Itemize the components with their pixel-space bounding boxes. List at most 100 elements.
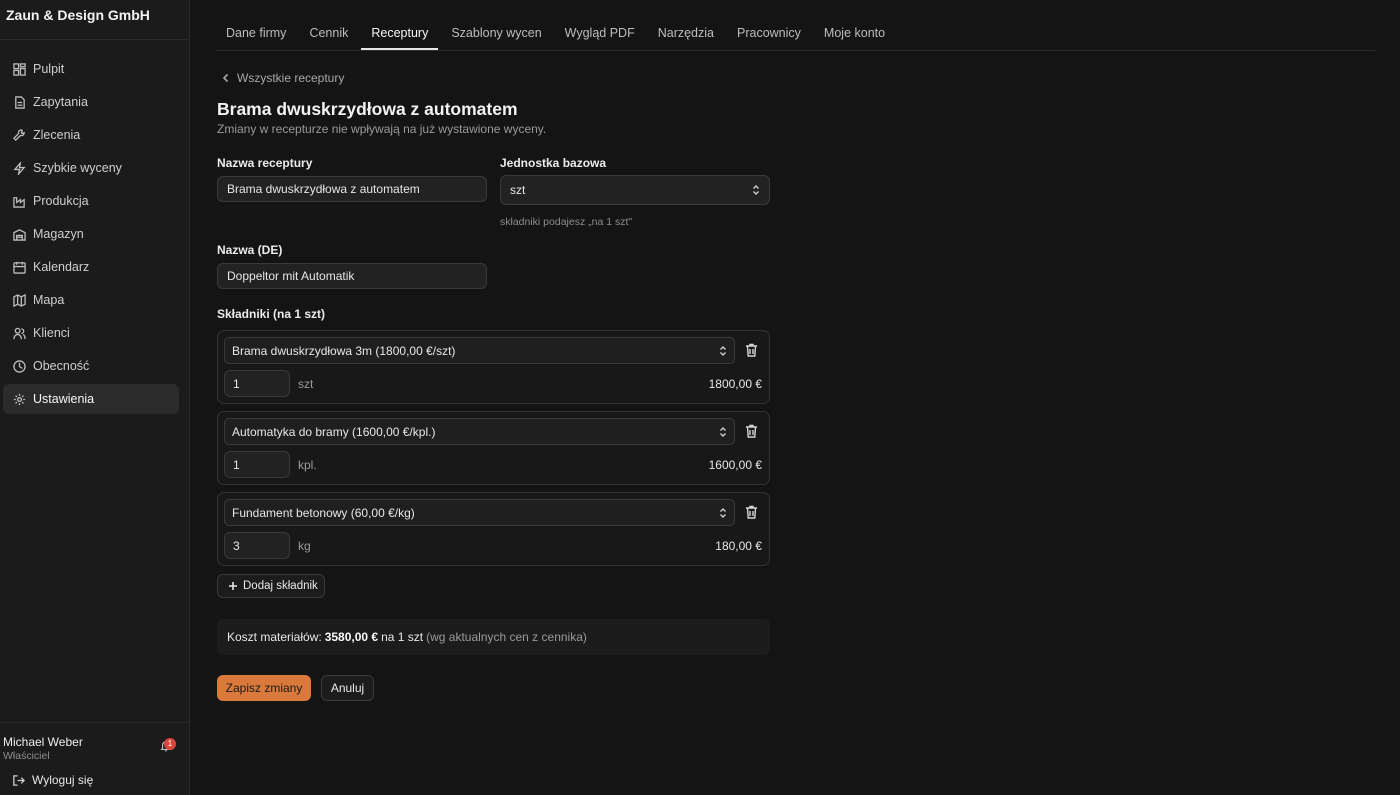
sidebar-item-label: Klienci xyxy=(33,326,70,340)
base-unit-select[interactable]: szt xyxy=(500,175,770,205)
chevron-left-icon xyxy=(222,73,229,83)
gear-icon xyxy=(13,393,26,406)
trash-icon[interactable] xyxy=(745,505,758,519)
cancel-button[interactable]: Anuluj xyxy=(321,675,374,701)
page-title: Brama dwuskrzydłowa z automatem xyxy=(217,99,518,119)
summary-note: (wg aktualnych cen z cennika) xyxy=(426,630,587,644)
recipe-name-label: Nazwa receptury xyxy=(217,156,313,170)
sidebar-item-label: Magazyn xyxy=(33,227,84,241)
ingredient-product: Automatyka do bramy (1600,00 €/kpl.) xyxy=(232,424,436,439)
trash-icon[interactable] xyxy=(745,424,758,438)
clock-icon xyxy=(13,359,26,373)
sidebar-item-magazyn[interactable]: Magazyn xyxy=(3,219,179,249)
back-link[interactable]: Wszystkie receptury xyxy=(221,71,344,85)
main-content: Dane firmy Cennik Receptury Szablony wyc… xyxy=(191,0,1400,795)
tab-szablony-wycen[interactable]: Szablony wycen xyxy=(441,18,551,50)
trash-icon[interactable] xyxy=(745,343,758,357)
sidebar-item-zlecenia[interactable]: Zlecenia xyxy=(3,120,179,150)
ingredient-unit: kg xyxy=(298,539,311,553)
sidebar-item-produkcja[interactable]: Produkcja xyxy=(3,186,179,216)
wrench-icon xyxy=(13,128,26,142)
user-panel: Michael Weber Właściciel 1 Wyloguj się xyxy=(0,722,189,795)
base-unit-hint: składniki podajesz „na 1 szt" xyxy=(500,216,633,228)
chevron-updown-icon xyxy=(719,345,727,357)
summary-amount: 3580,00 € xyxy=(324,630,379,644)
logout-icon xyxy=(13,774,25,786)
plus-icon xyxy=(229,582,237,590)
ingredient-quantity-input[interactable]: 1 xyxy=(224,451,290,478)
tab-cennik[interactable]: Cennik xyxy=(299,18,358,50)
sidebar-item-label: Obecność xyxy=(33,359,90,373)
sidebar-item-label: Pulpit xyxy=(33,62,65,76)
sidebar-item-label: Ustawienia xyxy=(33,392,95,406)
sidebar-item-szybkie-wyceny[interactable]: Szybkie wyceny xyxy=(3,153,179,183)
sidebar-item-klienci[interactable]: Klienci xyxy=(3,318,179,348)
ingredient-unit: kpl. xyxy=(298,458,317,472)
base-unit-label: Jednostka bazowa xyxy=(500,156,607,170)
material-cost-summary: Koszt materiałów: 3580,00 € na 1 szt (wg… xyxy=(217,619,770,655)
ingredient-product-select[interactable]: Fundament betonowy (60,00 €/kg) xyxy=(224,499,735,526)
summary-per: na 1 szt xyxy=(381,630,424,644)
page-subtitle: Zmiany w recepturze nie wpływają na już … xyxy=(217,122,547,136)
sidebar-item-mapa[interactable]: Mapa xyxy=(3,285,179,315)
base-unit-value: szt xyxy=(510,183,526,197)
summary-prefix: Koszt materiałów: xyxy=(227,630,322,644)
document-icon xyxy=(13,95,26,109)
brand-name: Zaun & Design GmbH xyxy=(0,0,189,40)
back-link-label: Wszystkie receptury xyxy=(237,71,345,85)
logout-label: Wyloguj się xyxy=(32,773,94,787)
ingredient-row: Brama dwuskrzydłowa 3m (1800,00 €/szt) 1… xyxy=(217,330,770,404)
ingredient-product-select[interactable]: Automatyka do bramy (1600,00 €/kpl.) xyxy=(224,418,735,445)
add-ingredient-label: Dodaj składnik xyxy=(243,580,318,592)
ingredient-unit: szt xyxy=(298,377,314,391)
recipe-name-input[interactable]: Brama dwuskrzydłowa z automatem xyxy=(217,176,487,202)
settings-tabs: Dane firmy Cennik Receptury Szablony wyc… xyxy=(216,18,1375,51)
sidebar-item-label: Produkcja xyxy=(33,194,89,208)
users-icon xyxy=(13,327,26,340)
sidebar-item-label: Szybkie wyceny xyxy=(33,161,122,175)
ingredient-quantity-input[interactable]: 3 xyxy=(224,532,290,559)
logout-button[interactable]: Wyloguj się xyxy=(12,773,93,787)
factory-icon xyxy=(13,195,26,208)
tab-wyglad-pdf[interactable]: Wygląd PDF xyxy=(555,18,645,50)
sidebar-item-ustawienia[interactable]: Ustawienia xyxy=(3,384,179,414)
tab-dane-firmy[interactable]: Dane firmy xyxy=(216,18,296,50)
sidebar-item-label: Mapa xyxy=(33,293,65,307)
ingredient-row: Fundament betonowy (60,00 €/kg) 3 kg 180… xyxy=(217,492,770,566)
ingredients-label: Składniki (na 1 szt) xyxy=(217,307,326,321)
map-icon xyxy=(13,293,26,307)
sidebar-item-kalendarz[interactable]: Kalendarz xyxy=(3,252,179,282)
save-button[interactable]: Zapisz zmiany xyxy=(217,675,311,701)
ingredient-product-select[interactable]: Brama dwuskrzydłowa 3m (1800,00 €/szt) xyxy=(224,337,735,364)
ingredient-total: 1800,00 € xyxy=(708,377,762,391)
ingredient-total: 180,00 € xyxy=(715,539,762,553)
notification-badge: 1 xyxy=(164,738,176,750)
dashboard-icon xyxy=(13,62,26,76)
tab-pracownicy[interactable]: Pracownicy xyxy=(727,18,811,50)
user-role: Właściciel xyxy=(3,750,50,762)
chevron-updown-icon xyxy=(719,426,727,438)
tab-narzedzia[interactable]: Narzędzia xyxy=(648,18,724,50)
lightning-icon xyxy=(13,161,26,175)
sidebar-nav: Pulpit Zapytania Zlecenia Szybkie wyceny… xyxy=(0,40,189,414)
ingredient-row: Automatyka do bramy (1600,00 €/kpl.) 1 k… xyxy=(217,411,770,485)
calendar-icon xyxy=(13,261,26,274)
sidebar-item-pulpit[interactable]: Pulpit xyxy=(3,54,179,84)
sidebar-item-label: Zlecenia xyxy=(33,128,81,142)
recipe-name-de-input[interactable]: Doppeltor mit Automatik xyxy=(217,263,487,289)
sidebar-item-label: Kalendarz xyxy=(33,260,90,274)
ingredient-product: Brama dwuskrzydłowa 3m (1800,00 €/szt) xyxy=(232,343,456,358)
warehouse-icon xyxy=(13,228,26,241)
recipe-name-de-label: Nazwa (DE) xyxy=(217,243,283,257)
tab-moje-konto[interactable]: Moje konto xyxy=(814,18,895,50)
user-name: Michael Weber xyxy=(3,735,83,749)
sidebar: Zaun & Design GmbH Pulpit Zapytania Zlec… xyxy=(0,0,190,795)
ingredient-total: 1600,00 € xyxy=(708,458,762,472)
add-ingredient-button[interactable]: Dodaj składnik xyxy=(217,574,325,598)
sidebar-item-zapytania[interactable]: Zapytania xyxy=(3,87,179,117)
chevron-updown-icon xyxy=(719,507,727,519)
tab-receptury[interactable]: Receptury xyxy=(361,18,439,50)
sidebar-item-obecnosc[interactable]: Obecność xyxy=(3,351,179,381)
sidebar-item-label: Zapytania xyxy=(33,95,88,109)
ingredient-quantity-input[interactable]: 1 xyxy=(224,370,290,397)
